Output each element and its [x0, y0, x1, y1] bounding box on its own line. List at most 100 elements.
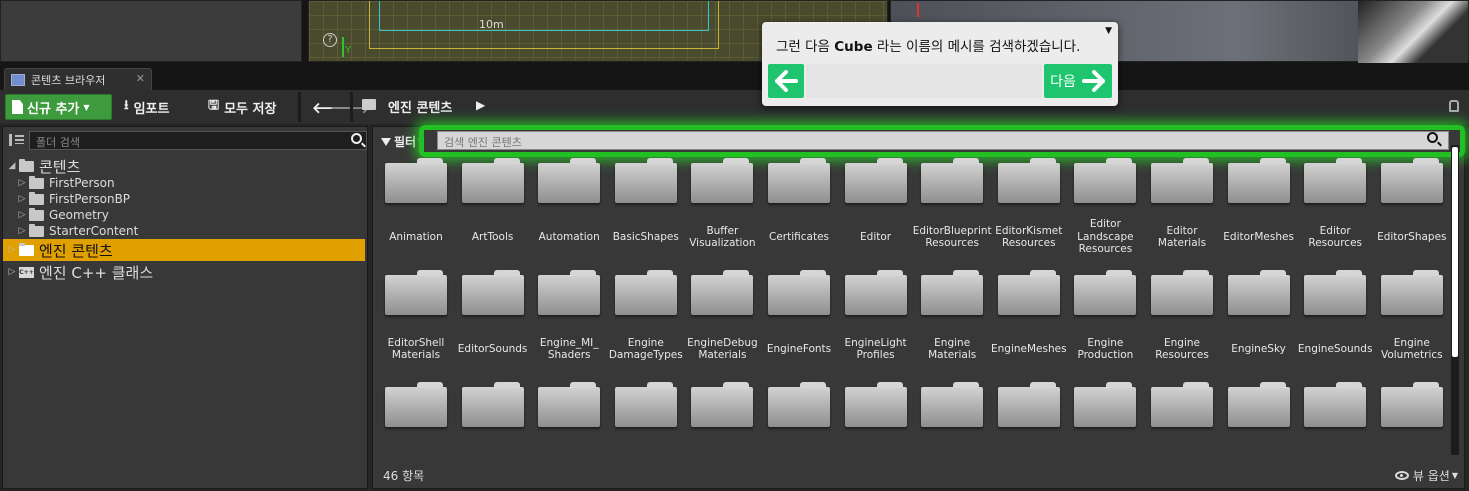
expand-arrow-icon[interactable]: ▷ — [17, 194, 27, 204]
folder-tile[interactable]: Animation — [381, 157, 451, 265]
folder-tile-label: Engine Materials — [928, 336, 977, 362]
tab-content-browser[interactable]: 콘텐츠 브라우저 ✕ — [4, 68, 152, 90]
folder-icon — [1074, 382, 1137, 427]
tutorial-text: 그런 다음 Cube 라는 이름의 메시를 검색하겠습니다. — [776, 35, 1080, 55]
folder-tile[interactable] — [534, 381, 604, 457]
item-count: 46 항목 — [383, 469, 425, 483]
folder-tile[interactable]: Editor Resources — [1300, 157, 1370, 265]
tutorial-next-button[interactable]: 다음 — [1044, 64, 1112, 98]
content-search-input[interactable]: 검색 엔진 콘텐츠 — [437, 131, 1449, 150]
folder-tile[interactable] — [764, 381, 834, 457]
tree-item[interactable]: ▷ FirstPerson — [3, 175, 365, 191]
folder-search-placeholder: 폴더 검색 — [36, 136, 80, 149]
folder-icon — [1227, 158, 1290, 203]
folder-tile[interactable]: EngineSky — [1224, 269, 1294, 377]
tree-item[interactable]: ▷ StarterContent — [3, 223, 365, 239]
view-options-button[interactable]: 뷰 옵션 ▼ — [1394, 467, 1458, 484]
viewport-scale-label: 10m — [479, 18, 504, 31]
folder-tile[interactable]: EditorBlueprint Resources — [913, 157, 992, 265]
folder-tile[interactable]: EngineLight Profiles — [841, 269, 911, 377]
folder-tile[interactable]: EngineDebug Materials — [687, 269, 758, 377]
folder-tile[interactable] — [1300, 381, 1370, 457]
folder-tile[interactable]: Editor — [841, 157, 911, 265]
folder-icon — [997, 382, 1060, 427]
tree-item[interactable]: ▷ FirstPersonBP — [3, 191, 365, 207]
expand-arrow-icon[interactable]: ▷ — [17, 178, 27, 188]
folder-icon — [614, 270, 677, 315]
folder-tile[interactable] — [687, 381, 757, 457]
folder-tile[interactable]: BasicShapes — [611, 157, 681, 265]
folder-tile[interactable]: Engine_MI_ Shaders — [534, 269, 604, 377]
folder-tile-label — [606, 443, 686, 457]
folder-tile[interactable] — [994, 381, 1064, 457]
folder-tile[interactable]: Engine Materials — [917, 269, 987, 377]
folder-tile[interactable]: Certificates — [764, 157, 834, 265]
expand-arrow-icon[interactable]: ◢ — [7, 161, 17, 171]
folder-tile[interactable] — [611, 381, 681, 457]
folder-search-input[interactable]: 폴더 검색 — [29, 131, 367, 150]
y-axis-label: Y — [345, 45, 352, 56]
path-chevron-icon[interactable]: ▶ — [476, 98, 485, 112]
folder-tile[interactable]: Buffer Visualization — [687, 157, 757, 265]
folder-tile[interactable]: EditorMeshes — [1223, 157, 1294, 265]
tree-item[interactable]: ▷ Geometry — [3, 207, 365, 223]
folder-tile[interactable]: EditorKismet Resources — [994, 157, 1064, 265]
expand-arrow-icon[interactable]: ▷ — [17, 210, 27, 220]
folder-tile[interactable] — [1070, 381, 1140, 457]
tutorial-back-button[interactable] — [768, 64, 804, 98]
folder-tile[interactable] — [381, 381, 451, 457]
help-icon[interactable]: ? — [323, 33, 337, 47]
folder-tile[interactable]: Engine Resources — [1147, 269, 1217, 377]
expand-arrow-icon[interactable]: ▷ — [17, 226, 27, 236]
asset-grid: Animation ArtTools Automation BasicShapes Bu… — [377, 157, 1447, 457]
folder-tile[interactable]: EditorShell Materials — [381, 269, 451, 377]
folder-tile[interactable]: Engine DamageTypes — [609, 269, 683, 377]
folder-tile[interactable] — [841, 381, 911, 457]
folder-tile-label: EditorMeshes — [1223, 230, 1294, 243]
folder-icon — [997, 158, 1060, 203]
import-button[interactable]: ⭳ 임포트 — [124, 96, 169, 118]
folder-tree-panel: 폴더 검색 ◢ 콘텐츠 ▷ FirstPerson ▷ FirstPersonBP ▷ Geo… — [2, 126, 368, 489]
scrollbar-thumb[interactable] — [1452, 147, 1458, 357]
folder-tile[interactable] — [1224, 381, 1294, 457]
folder-tile-label — [759, 443, 839, 457]
y-axis-gizmo — [342, 37, 344, 57]
folder-tile-label — [453, 443, 533, 457]
folder-tile[interactable]: ArtTools — [458, 157, 528, 265]
folder-tile[interactable] — [1147, 381, 1217, 457]
save-all-button[interactable]: 🖫 모두 저장 — [208, 96, 276, 118]
folder-tile[interactable] — [1377, 381, 1447, 457]
folder-tile[interactable]: Editor Materials — [1147, 157, 1217, 265]
folder-tile-label: Editor Materials — [1157, 224, 1207, 250]
folder-tile[interactable]: Engine Production — [1070, 269, 1140, 377]
filter-button[interactable]: 필터 ▼ — [381, 133, 424, 150]
add-new-button[interactable]: 신규 추가 ▼ — [5, 94, 112, 120]
folder-tile[interactable]: EngineSounds — [1298, 269, 1372, 377]
folder-icon — [768, 270, 830, 315]
folder-tile[interactable]: EngineMeshes — [991, 269, 1067, 377]
folder-icon — [385, 382, 447, 427]
folder-icon — [29, 191, 44, 205]
search-icon[interactable] — [1427, 132, 1438, 143]
folder-tile[interactable]: EditorSounds — [458, 269, 528, 377]
tree-item[interactable]: ▷ 엔진 콘텐츠 — [3, 239, 365, 261]
path-breadcrumb[interactable]: 엔진 콘텐츠 — [388, 97, 452, 116]
folder-tile[interactable]: Automation — [534, 157, 604, 265]
tree-item[interactable]: ◢ 콘텐츠 — [3, 155, 365, 177]
folder-tile[interactable] — [917, 381, 987, 457]
tutorial-menu-icon[interactable]: ▼ — [1105, 26, 1112, 36]
folder-tile[interactable]: EditorShapes — [1377, 157, 1447, 265]
toggle-sources-icon[interactable] — [9, 134, 24, 146]
folder-tile-label: EngineSounds — [1297, 342, 1373, 355]
asset-scrollbar[interactable] — [1451, 145, 1459, 455]
expand-arrow-icon[interactable]: ▷ — [7, 267, 17, 277]
filter-icon — [381, 137, 391, 146]
folder-tile[interactable]: Editor Landscape Resources — [1070, 157, 1140, 265]
folder-tile[interactable] — [458, 381, 528, 457]
expand-arrow-icon[interactable]: ▷ — [7, 245, 17, 255]
folder-tile[interactable]: Engine Volumetrics — [1377, 269, 1447, 377]
tree-item[interactable]: ▷ C++ 엔진 C++ 클래스 — [3, 261, 365, 283]
folder-tile[interactable]: EngineFonts — [764, 269, 834, 377]
lock-icon[interactable] — [1449, 100, 1459, 112]
close-icon[interactable]: ✕ — [136, 72, 145, 85]
